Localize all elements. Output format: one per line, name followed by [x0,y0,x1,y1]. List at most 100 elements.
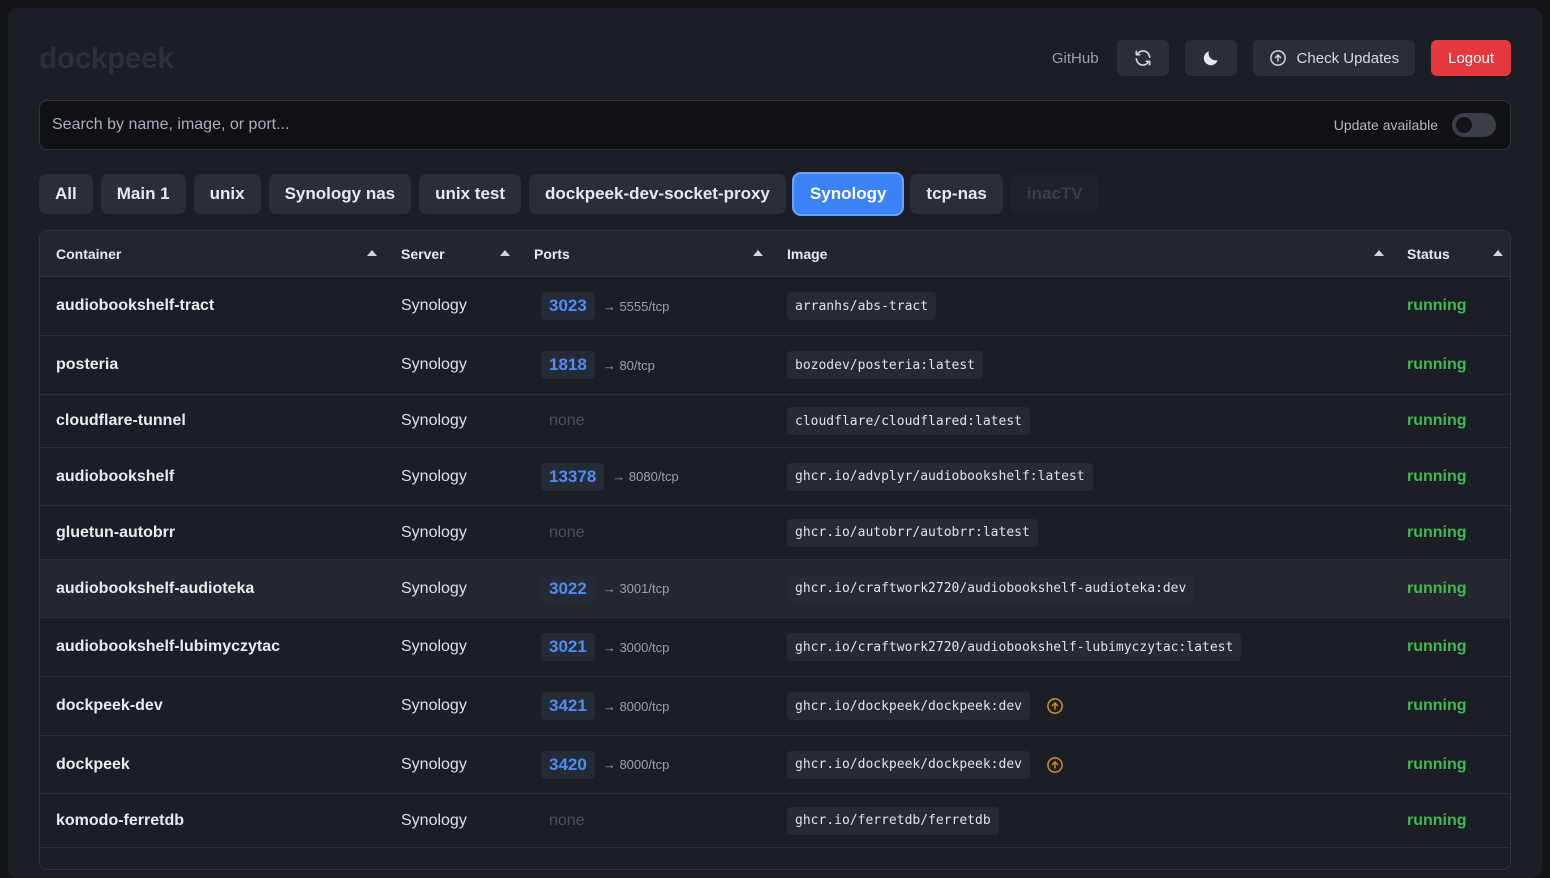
github-link[interactable]: GitHub [1052,50,1099,67]
port-mapping: → 8000/tcp [602,757,670,772]
ports-cell: 3022 → 3001/tcp [541,560,669,617]
image-cell: ghcr.io/craftwork2720/audiobookshelf-aud… [787,560,1195,617]
tab-unix[interactable]: unix [193,174,261,214]
table-row[interactable]: audiobookshelf Synology 13378 → 8080/tcp ghc… [40,448,1510,506]
column-header-ports[interactable]: Ports [534,231,570,277]
port-none: none [549,412,585,429]
column-header-container[interactable]: Container [56,231,121,277]
port-mapping: → 8000/tcp [602,698,670,714]
ports-cell: 3021 → 3000/tcp [541,618,669,676]
image-name: ghcr.io/autobrr/autobrr:latest [787,518,1038,547]
refresh-button[interactable] [1116,40,1169,76]
status-badge: running [1407,638,1467,655]
image-cell: ghcr.io/ferretdb/ferretdb [787,794,999,847]
ports-cell: 3023 → 5555/tcp [541,277,669,335]
container-name: audiobookshelf-audioteka [56,579,255,597]
table-body: audiobookshelf-tract Synology 3023 → 5555/t… [40,277,1510,848]
tab-tcp-nas[interactable]: tcp-nas [910,174,1003,214]
update-available-icon[interactable] [1046,756,1064,774]
port-link[interactable]: 1818 [541,351,595,379]
image-name: ghcr.io/craftwork2720/audiobookshelf-lub… [787,633,1242,661]
update-available-icon[interactable] [1046,697,1064,715]
table-header: Container Server Ports Image Status [40,231,1510,277]
server-name: Synology [401,297,467,314]
moon-icon [1203,51,1218,66]
image-name: ghcr.io/craftwork2720/audiobookshelf-aud… [787,574,1195,603]
status-badge: running [1407,697,1467,714]
port-none: none [549,523,585,541]
ports-cell: none [541,395,585,447]
sort-up-icon[interactable] [367,250,377,256]
status-badge: running [1407,523,1467,541]
table-row[interactable]: gluetun-autobrr Synology none ghcr.io/autob… [40,506,1510,560]
container-name: komodo-ferretdb [56,811,184,829]
port-link[interactable]: 3021 [541,633,595,661]
update-available-toggle[interactable] [1452,113,1496,137]
image-name: ghcr.io/dockpeek/dockpeek:dev [787,692,1030,720]
tab-synology-nas[interactable]: Synology nas [268,174,412,214]
sort-up-icon[interactable] [1374,250,1384,256]
column-header-server[interactable]: Server [401,231,445,277]
column-header-image[interactable]: Image [787,231,827,277]
tab-synology[interactable]: Synology [793,174,903,214]
status-badge: running [1407,467,1467,485]
table-row[interactable]: dockpeek-dev Synology 3421 → 8000/tcp ghcr.i… [40,677,1510,736]
header: dockpeek GitHub Check Updates Logout [39,36,1511,84]
status-badge: running [1407,412,1467,429]
server-name: Synology [401,412,467,429]
image-name: ghcr.io/ferretdb/ferretdb [787,806,999,835]
status-badge: running [1407,297,1467,314]
tab-dockpeek-dev-socket-proxy[interactable]: dockpeek-dev-socket-proxy [529,174,786,214]
port-mapping: → 3001/tcp [602,581,670,596]
table-row[interactable]: audiobookshelf-lubimyczytac Synology 3021 →… [40,618,1510,677]
image-cell: ghcr.io/craftwork2720/audiobookshelf-lub… [787,618,1242,676]
ports-cell: 1818 → 80/tcp [541,336,655,394]
sort-up-icon[interactable] [1493,250,1503,256]
status-badge: running [1407,811,1467,829]
server-name: Synology [401,697,467,714]
check-updates-button[interactable]: Check Updates [1252,40,1416,76]
search-input[interactable] [52,101,1252,149]
arrow-up-circle-icon [1269,50,1286,66]
image-cell: ghcr.io/dockpeek/dockpeek:dev [787,677,1064,735]
containers-table: Container Server Ports Image Status audi… [39,230,1511,870]
server-name: Synology [401,638,467,655]
tab-all[interactable]: All [39,174,93,214]
update-available-label: Update available [1333,117,1438,133]
logout-button[interactable]: Logout [1431,40,1511,76]
port-none: none [549,811,585,829]
table-row[interactable]: cloudflare-tunnel Synology none cloudflare/… [40,395,1510,448]
tab-unix-test[interactable]: unix test [419,174,522,214]
ports-cell: 3420 → 8000/tcp [541,736,669,793]
server-name: Synology [401,579,467,597]
image-name: ghcr.io/dockpeek/dockpeek:dev [787,750,1030,779]
table-row[interactable]: komodo-ferretdb Synology none ghcr.io/ferre… [40,794,1510,848]
tab-inactv[interactable]: inacTV [1010,174,1099,214]
header-actions: GitHub Check Updates Logout [1052,40,1511,76]
image-cell: ghcr.io/autobrr/autobrr:latest [787,506,1038,559]
port-link[interactable]: 3420 [541,750,595,779]
port-link[interactable]: 13378 [541,462,605,491]
table-row[interactable]: posteria Synology 1818 → 80/tcp bozodev/post… [40,336,1510,395]
table-row[interactable]: dockpeek Synology 3420 → 8000/tcp ghcr.io/do… [40,736,1510,794]
sort-up-icon[interactable] [753,250,763,256]
search-bar: Update available [39,100,1511,150]
image-cell: cloudflare/cloudflared:latest [787,395,1030,447]
tab-main-1[interactable]: Main 1 [100,174,186,214]
table-row[interactable]: audiobookshelf-tract Synology 3023 → 5555/t… [40,277,1510,336]
ports-cell: 3421 → 8000/tcp [541,677,669,735]
port-mapping: → 5555/tcp [602,298,670,314]
theme-toggle-button[interactable] [1184,40,1237,76]
container-name: dockpeek-dev [56,697,163,714]
update-filter: Update available [1334,113,1496,137]
server-name: Synology [401,467,467,485]
table-row[interactable]: audiobookshelf-audioteka Synology 3022 → 30… [40,560,1510,618]
port-link[interactable]: 3022 [541,574,595,603]
port-link[interactable]: 3023 [541,292,595,320]
port-mapping: → 80/tcp [602,357,655,373]
port-link[interactable]: 3421 [541,692,595,720]
server-name: Synology [401,356,467,373]
column-header-status[interactable]: Status [1407,231,1450,277]
container-name: dockpeek [56,755,130,773]
sort-up-icon[interactable] [500,250,510,256]
